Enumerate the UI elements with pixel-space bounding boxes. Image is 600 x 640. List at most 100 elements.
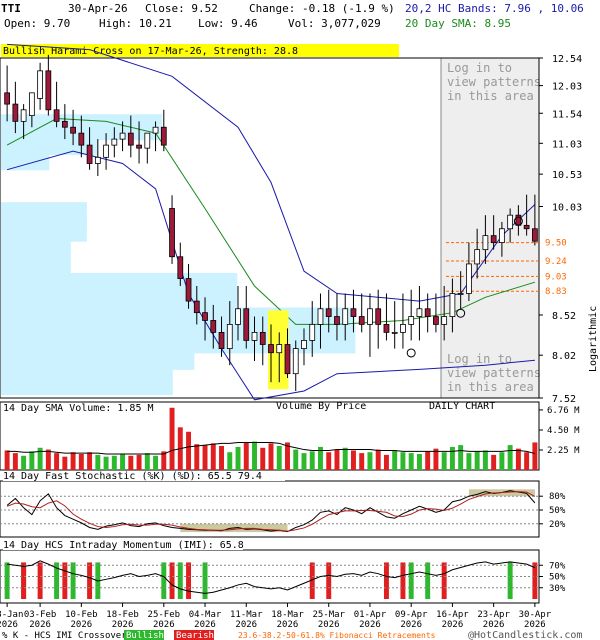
volume-bar (515, 448, 521, 470)
x-tick-label: 25-Feb (148, 610, 181, 620)
candle-body (391, 331, 398, 334)
candle-body (210, 320, 217, 333)
volume-bar (78, 454, 84, 470)
candle-body (276, 344, 283, 354)
price-tick-label: 10.53 (552, 170, 582, 181)
volume-bar (334, 449, 340, 470)
bullish-crossover-bar (425, 562, 431, 599)
candle-body (424, 308, 431, 317)
candle-body (28, 92, 35, 116)
login-text-top: view patterns (447, 75, 541, 89)
x-tick-year: 2026 (153, 620, 175, 630)
volume-bar (433, 448, 439, 470)
candle-body (342, 308, 349, 325)
candle-body (317, 308, 324, 325)
volume-bar (309, 451, 315, 470)
candle-body (169, 208, 175, 258)
x-tick-year: 2026 (483, 620, 505, 630)
candle-body (136, 144, 142, 149)
candle-body (45, 70, 52, 111)
price-tick-label: 10.03 (552, 203, 582, 214)
volume-bar (235, 446, 241, 470)
bullish-crossover-bar (4, 562, 10, 599)
candle-body (37, 70, 43, 99)
x-tick-label: 04-Mar (189, 610, 222, 620)
volume-bar (169, 407, 175, 470)
bearish-crossover-bar (62, 562, 68, 599)
volume-bar (202, 445, 208, 470)
x-tick-label: 03-Feb (24, 610, 57, 620)
volume-bar (252, 441, 257, 470)
volume-bar (260, 447, 266, 470)
price-tick-label: 8.52 (552, 311, 576, 322)
volume-by-price-bar (1, 343, 195, 370)
volume-bar (136, 454, 142, 470)
candle-body (144, 132, 151, 149)
volume-bar (416, 454, 422, 470)
bullish-crossover-bar (70, 562, 76, 599)
legend-bull-label: Bullish (126, 631, 164, 640)
candle-body (325, 308, 332, 317)
volume-tick-label: 2.25 M (547, 446, 580, 456)
price-tick-label: 12.03 (552, 82, 582, 93)
volume-bar (359, 453, 365, 470)
x-tick-label: 23-Apr (477, 610, 510, 620)
x-tick-year: 2026 (70, 620, 92, 630)
volume-bar (268, 443, 274, 470)
candle-body (358, 316, 365, 325)
candle-body (449, 293, 456, 317)
x-tick-label: 30-Apr (519, 610, 552, 620)
x-tick-year: 2026 (442, 620, 464, 630)
pattern-marker (406, 348, 416, 358)
candle-body (61, 120, 68, 128)
x-tick-year: 2026 (400, 620, 422, 630)
volume-bar (153, 455, 159, 470)
volume-bar (29, 451, 35, 470)
candle-body (103, 144, 109, 158)
candle-body (111, 138, 118, 146)
x-tick-year: 2026 (277, 620, 299, 630)
candle-body (78, 132, 85, 146)
imi-tick-label: 30% (549, 584, 566, 594)
candle-body (334, 316, 340, 325)
candle-body (177, 256, 184, 279)
candle-body (507, 214, 514, 230)
candle-body (127, 132, 134, 146)
x-tick-label: 18-Mar (271, 610, 304, 620)
imi-line (7, 560, 536, 594)
x-tick-label: 28-Jan (0, 610, 23, 620)
candle-body (202, 312, 208, 321)
volume-by-price-bar (1, 144, 50, 171)
volume-bar (449, 446, 455, 470)
candle-body (474, 249, 481, 265)
bearish-crossover-bar (383, 562, 389, 599)
bearish-crossover-bar (326, 562, 332, 599)
volume-bar (12, 453, 18, 470)
x-tick-year: 2026 (0, 620, 18, 630)
candle-body (243, 308, 250, 341)
candle-body (301, 340, 307, 349)
candle-body (185, 278, 192, 302)
volume-bar (210, 443, 216, 470)
volume-bar (103, 456, 109, 470)
volume-bar (458, 445, 464, 470)
fib-level-label: 9.24 (545, 257, 567, 267)
volume-bar (301, 453, 307, 470)
candle-body (268, 344, 274, 354)
candle-body (292, 348, 299, 375)
volume-tick-label: 4.50 M (547, 426, 580, 436)
candle-body (309, 324, 316, 341)
login-text-bottom: in this area (447, 380, 534, 394)
price-tick-label: 11.54 (552, 109, 582, 120)
volume-bar (408, 453, 414, 470)
volume-bar (70, 452, 76, 470)
volume-bar (392, 450, 398, 470)
volume-bar (111, 455, 117, 470)
candle-body (383, 324, 390, 333)
fib-level-label: 8.83 (545, 287, 567, 297)
candle-body (218, 331, 225, 349)
volume-bar (425, 451, 431, 470)
login-text-bottom: view patterns (447, 366, 541, 380)
x-tick-year: 2026 (359, 620, 381, 630)
volume-bar (4, 450, 10, 470)
